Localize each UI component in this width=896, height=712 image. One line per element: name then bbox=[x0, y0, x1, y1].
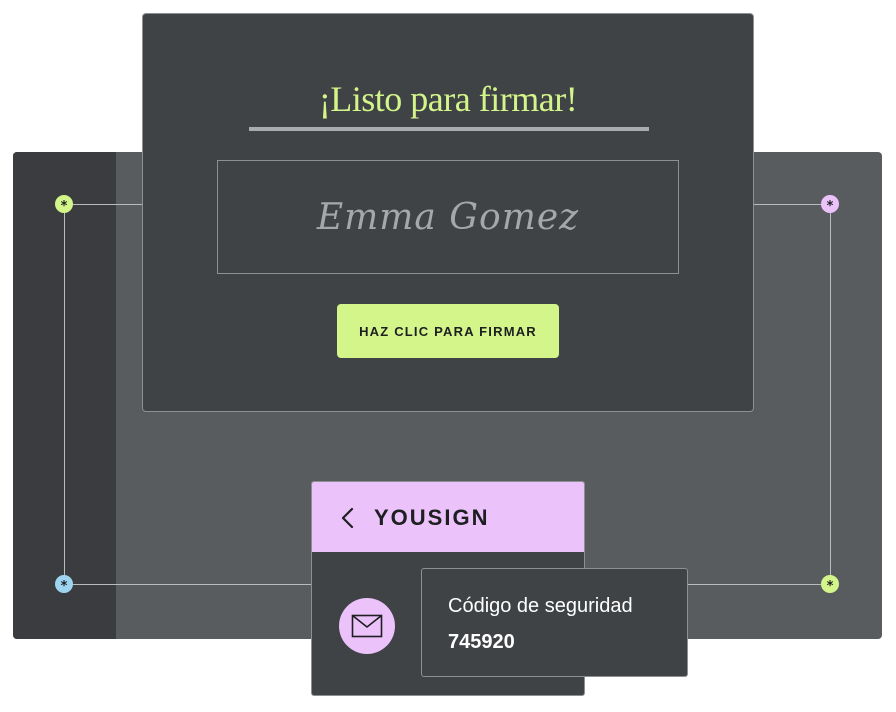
signing-panel: ¡Listo para firmar! Emma Gomez HAZ CLIC … bbox=[142, 13, 754, 412]
envelope-icon bbox=[351, 614, 383, 638]
corner-node-bottom-right: * bbox=[821, 575, 839, 593]
corner-node-top-left: * bbox=[55, 195, 73, 213]
sign-button[interactable]: HAZ CLIC PARA FIRMAR bbox=[337, 304, 559, 358]
guide-line-top-left bbox=[64, 204, 142, 205]
guide-line-right bbox=[830, 204, 831, 584]
signature-name: Emma Gomez bbox=[316, 196, 580, 238]
guide-line-bottom-left bbox=[64, 584, 312, 585]
security-code-label: Código de seguridad bbox=[448, 595, 633, 617]
signing-title: ¡Listo para firmar! bbox=[318, 79, 578, 119]
guide-line-top-right bbox=[752, 204, 830, 205]
corner-node-top-right: * bbox=[821, 195, 839, 213]
corner-node-bottom-left: * bbox=[55, 575, 73, 593]
security-code-value: 745920 bbox=[448, 631, 515, 653]
mail-badge bbox=[339, 598, 395, 654]
title-divider bbox=[249, 127, 649, 131]
signature-field[interactable]: Emma Gomez bbox=[217, 160, 679, 274]
app-header: YOUSIGN bbox=[312, 482, 584, 552]
guide-line-bottom-right bbox=[686, 584, 830, 585]
chevron-left-icon[interactable] bbox=[340, 507, 354, 529]
guide-line-left bbox=[64, 204, 65, 584]
app-name: YOUSIGN bbox=[374, 505, 490, 530]
security-code-card: Código de seguridad 745920 bbox=[421, 568, 688, 677]
